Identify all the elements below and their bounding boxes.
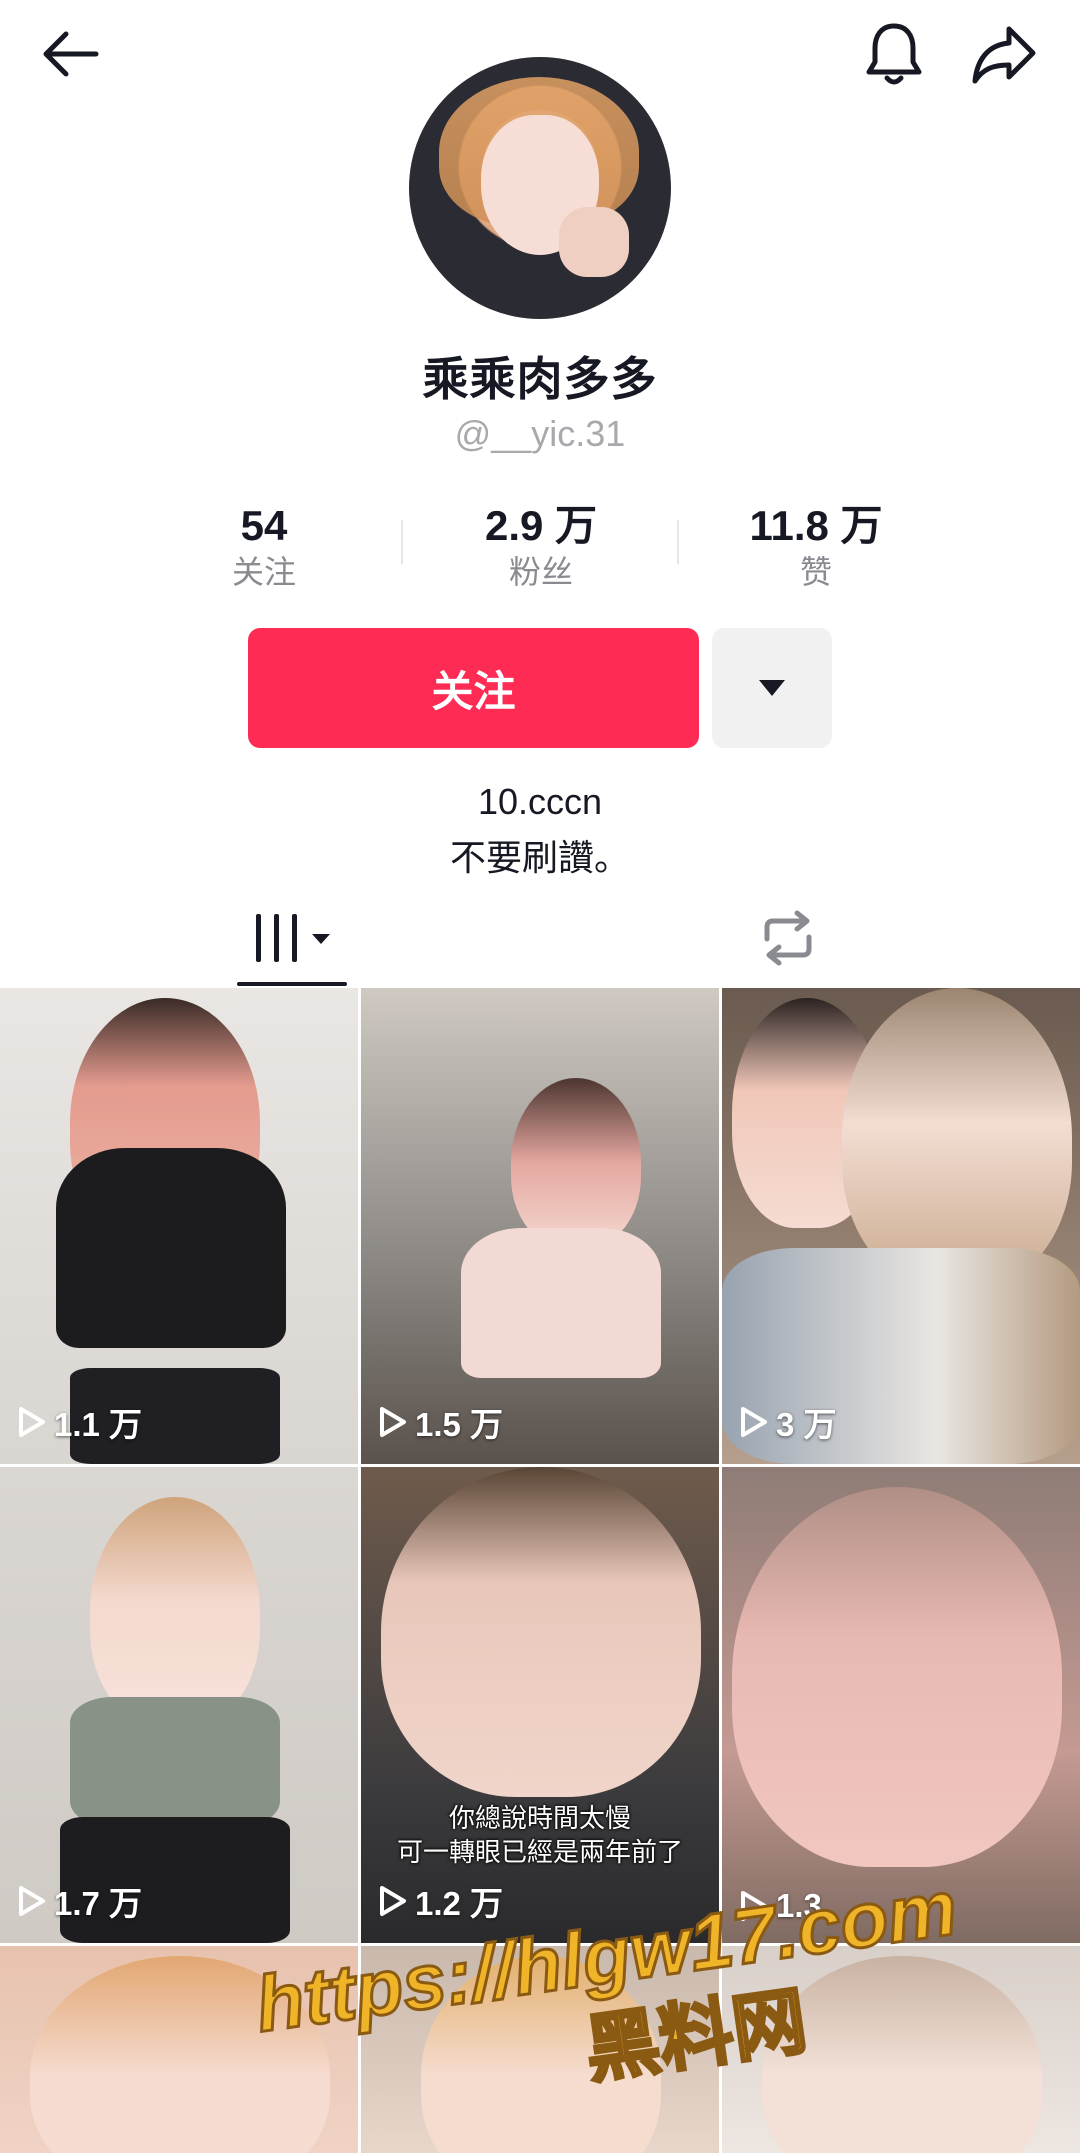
avatar[interactable]: [409, 57, 671, 319]
likes-count: 11.8 万: [749, 502, 883, 549]
view-count-text: 1.5 万: [415, 1406, 504, 1443]
view-count: 1.2 万: [379, 1877, 503, 1925]
play-icon: [19, 1886, 45, 1916]
thumb-figure: [732, 1487, 1062, 1867]
active-tab-indicator: [237, 982, 347, 986]
video-thumbnail[interactable]: [0, 1946, 358, 2153]
video-thumbnail[interactable]: 1.5 万: [361, 988, 719, 1464]
view-count-text: 3 万: [776, 1406, 837, 1443]
profile-tabs: [0, 890, 1080, 986]
thumb-figure: [70, 1697, 280, 1827]
video-thumbnail[interactable]: 你總說時間太慢 可一轉眼已經是兩年前了 1.2 万: [361, 1467, 719, 1943]
thumb-figure: [461, 1228, 661, 1378]
share-icon[interactable]: [964, 18, 1044, 90]
display-name: 乘乘肉多多: [422, 353, 658, 405]
caret-down-icon: [759, 680, 785, 696]
view-count: 3 万: [740, 1398, 837, 1446]
thumb-figure: [762, 1956, 1042, 2153]
video-thumbnail[interactable]: [722, 1946, 1080, 2153]
view-count: 1.3: [740, 1887, 822, 1925]
play-icon: [19, 1407, 45, 1437]
likes-label: 赞: [799, 554, 832, 590]
video-thumbnail[interactable]: 1.3: [722, 1467, 1080, 1943]
repost-icon: [764, 910, 812, 966]
thumb-figure: [421, 1956, 661, 2153]
back-arrow-icon[interactable]: [30, 22, 110, 86]
stat-followers[interactable]: 2.9 万 粉丝: [411, 500, 671, 592]
view-count-text: 1.2 万: [415, 1885, 504, 1922]
view-count: 1.7 万: [18, 1877, 142, 1925]
video-thumbnail[interactable]: 1.1 万: [0, 988, 358, 1464]
avatar-hand: [559, 207, 629, 277]
stats-row: 54 关注 2.9 万 粉丝 11.8 万 赞: [0, 500, 1080, 600]
thumb-figure: [381, 1467, 701, 1797]
followers-count: 2.9 万: [484, 502, 598, 549]
play-icon: [741, 1891, 767, 1921]
bio-line-1: 10.cccn: [477, 781, 603, 822]
video-thumbnail[interactable]: 3 万: [722, 988, 1080, 1464]
thumb-figure: [511, 1078, 641, 1248]
thumb-figure: [842, 988, 1072, 1288]
thumb-figure: [56, 1148, 286, 1348]
thumb-figure: [90, 1497, 260, 1727]
tab-reposts[interactable]: [738, 890, 838, 986]
video-grid-icon: [256, 914, 330, 962]
stat-following[interactable]: 54 关注: [134, 500, 394, 592]
video-thumbnail[interactable]: 1.7 万: [0, 1467, 358, 1943]
username: @__yic.31: [454, 413, 626, 454]
play-icon: [741, 1407, 767, 1437]
play-icon: [380, 1886, 406, 1916]
following-label: 关注: [231, 554, 296, 590]
view-count: 1.5 万: [379, 1398, 503, 1446]
stats-divider: [401, 520, 403, 564]
tab-videos[interactable]: [240, 890, 350, 986]
view-count: 1.1 万: [18, 1398, 142, 1446]
bell-icon[interactable]: [858, 18, 930, 90]
view-count-text: 1.3: [776, 1887, 822, 1924]
more-options-button[interactable]: [712, 628, 832, 748]
thumb-figure: [30, 1956, 330, 2153]
stat-likes[interactable]: 11.8 万 赞: [686, 500, 946, 592]
follow-button[interactable]: 关注: [248, 628, 699, 748]
play-icon: [380, 1407, 406, 1437]
bio-line-2: 不要刷讚。: [449, 837, 630, 878]
followers-label: 粉丝: [508, 554, 573, 590]
video-thumbnail[interactable]: [361, 1946, 719, 2153]
stats-divider: [677, 520, 679, 564]
view-count-text: 1.7 万: [54, 1885, 143, 1922]
video-caption: 你總說時間太慢 可一轉眼已經是兩年前了: [396, 1803, 683, 1867]
following-count: 54: [240, 502, 288, 549]
view-count-text: 1.1 万: [54, 1406, 143, 1443]
